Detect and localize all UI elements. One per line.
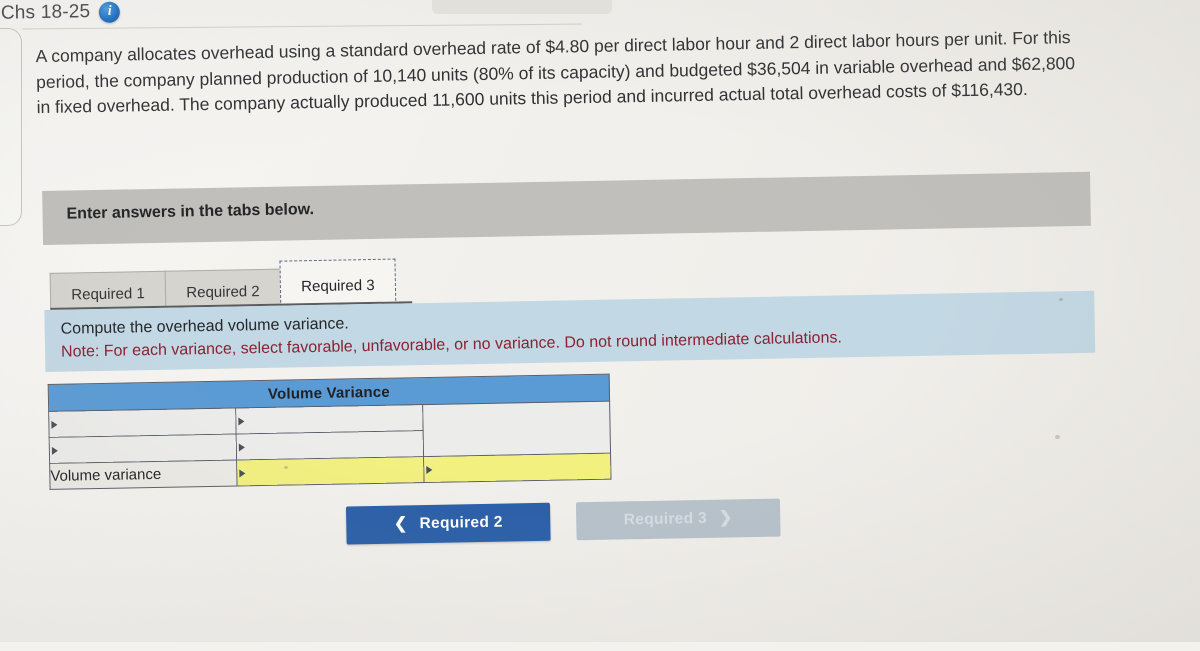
next-button-label: Required 3: [623, 509, 708, 529]
dropdown-caret-icon: [238, 442, 245, 451]
dropdown-caret-icon: [426, 465, 433, 474]
prev-button-label: Required 2: [419, 513, 503, 533]
row1-col3-blank[interactable]: [422, 401, 611, 457]
chevron-left-icon: ❮: [393, 515, 408, 533]
dropdown-caret-icon: [239, 468, 246, 477]
requirement-navigation: ❮ Required 2 Required 3 ❯: [345, 498, 781, 545]
volume-variance-amount-input[interactable]: [236, 456, 425, 486]
dropdown-caret-icon: [51, 420, 58, 429]
dropdown-caret-icon: [51, 446, 58, 455]
dust-speck: [1055, 435, 1060, 439]
volume-variance-type-input[interactable]: [423, 453, 612, 483]
dust-speck: [284, 466, 288, 469]
row2-amount-dropdown[interactable]: [236, 430, 424, 460]
row2-label-dropdown[interactable]: [49, 433, 237, 464]
row1-amount-dropdown[interactable]: [235, 404, 424, 434]
enter-answers-band: Enter answers in the tabs below.: [42, 171, 1091, 245]
page-title: Chs 18-25: [0, 1, 91, 24]
row3-label: Volume variance: [49, 459, 238, 490]
prev-required-2-button[interactable]: ❮ Required 2: [345, 502, 551, 545]
info-circle-icon[interactable]: i: [99, 1, 121, 23]
enter-answers-label: Enter answers in the tabs below.: [66, 201, 315, 223]
requirement-prompt: Compute the overhead volume variance.: [60, 315, 349, 338]
dust-speck: [1059, 298, 1063, 301]
dropdown-caret-icon: [238, 416, 245, 425]
volume-variance-table: Volume Variance Volume variance: [47, 373, 612, 490]
page-content: Chs 18-25 i A company allocates overhead…: [0, 0, 1200, 651]
page-header: Chs 18-25 i: [1, 1, 121, 25]
next-required-3-button[interactable]: Required 3 ❯: [575, 498, 781, 541]
problem-statement: A company allocates overhead using a sta…: [35, 27, 1076, 118]
chevron-right-icon: ❯: [718, 509, 733, 527]
row1-label-dropdown[interactable]: [48, 407, 237, 438]
